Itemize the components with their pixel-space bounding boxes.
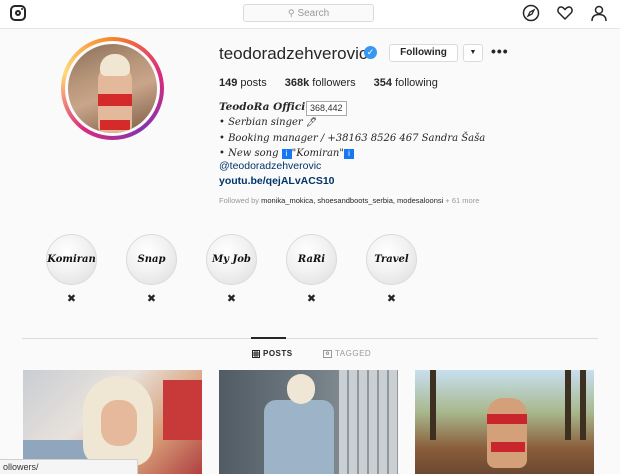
profile-avatar[interactable]: [61, 37, 164, 140]
browser-status-url: ollowers/: [0, 459, 138, 474]
instagram-logo-icon[interactable]: [10, 5, 26, 21]
tab-posts-label: POSTS: [263, 349, 293, 358]
top-navigation-bar: ⚲ Search: [0, 0, 620, 29]
highlight-rari[interactable]: RaRi ✖: [286, 234, 337, 305]
bio-line-singer: • Serbian singer: [219, 117, 303, 128]
search-icon: ⚲: [287, 7, 295, 18]
activity-heart-icon[interactable]: [556, 4, 574, 22]
highlight-my-job[interactable]: My Job ✖: [206, 234, 257, 305]
tab-tagged[interactable]: TAGGED: [323, 349, 371, 358]
suggestions-dropdown-button[interactable]: ▼: [463, 44, 483, 62]
highlight-travel[interactable]: Travel ✖: [366, 234, 417, 305]
followers-link[interactable]: 368k followers: [285, 77, 356, 89]
search-placeholder: Search: [297, 7, 330, 19]
posts-count: 149 posts: [219, 77, 267, 89]
highlight-cover[interactable]: Travel: [366, 234, 417, 285]
profile-user-icon[interactable]: [590, 4, 608, 22]
search-input[interactable]: ⚲ Search: [243, 4, 374, 22]
profile-bio: TeodoRa Offici • Serbian singer 🖊 • Book…: [219, 100, 485, 161]
grid-icon: [252, 349, 260, 358]
following-button[interactable]: Following: [389, 44, 458, 62]
highlight-label: Travel: [374, 254, 409, 265]
highlight-cover[interactable]: Komiran: [46, 234, 97, 285]
highlight-label: Komiran: [47, 254, 96, 265]
nav-icons: [522, 4, 608, 22]
explore-compass-icon[interactable]: [522, 4, 540, 22]
remove-highlight-icon[interactable]: ✖: [387, 292, 396, 305]
tagged-person-icon: [323, 349, 332, 358]
followed-by-text[interactable]: Followed by monika_mokica, shoesandboots…: [219, 196, 479, 205]
bio-line-booking: • Booking manager / +38163 8526 467 Sand…: [219, 133, 486, 144]
tab-tagged-label: TAGGED: [335, 349, 372, 358]
profile-username: teodoradzehverovic: [219, 44, 368, 63]
highlight-komiran[interactable]: Komiran ✖: [46, 234, 97, 305]
bio-line-new-song: • New song: [219, 148, 279, 159]
highlight-label: My Job: [212, 254, 251, 265]
verified-badge-icon: ✓: [364, 46, 377, 59]
bio-name: TeodoRa Offici: [219, 101, 306, 113]
followed-by-names[interactable]: monika_mokica, shoesandboots_serbia, mod…: [261, 196, 443, 205]
highlight-snap[interactable]: Snap ✖: [126, 234, 177, 305]
bio-song-title: "Komiran": [291, 148, 344, 159]
remove-highlight-icon[interactable]: ✖: [307, 292, 316, 305]
profile-stats: 149 posts 368k followers 354 following: [219, 77, 438, 89]
post-thumbnail[interactable]: [415, 370, 594, 474]
remove-highlight-icon[interactable]: ✖: [67, 292, 76, 305]
tab-posts[interactable]: POSTS: [252, 349, 293, 358]
highlight-label: RaRi: [297, 254, 326, 265]
followers-tooltip: 368,442: [306, 101, 347, 116]
bio-website-link[interactable]: youtu.be/qejALvACS10: [219, 175, 335, 187]
info-icon: i: [343, 148, 354, 159]
pen-icon: 🖊: [305, 118, 318, 128]
remove-highlight-icon[interactable]: ✖: [147, 292, 156, 305]
story-highlights: Komiran ✖ Snap ✖ My Job ✖ RaRi ✖ Travel …: [46, 234, 417, 305]
highlight-cover[interactable]: My Job: [206, 234, 257, 285]
tabs-divider: [22, 338, 598, 339]
more-options-icon[interactable]: •••: [491, 44, 509, 58]
following-link[interactable]: 354 following: [374, 77, 438, 89]
info-icon: i: [281, 148, 292, 159]
avatar-photo: [65, 41, 160, 136]
active-tab-indicator: [251, 337, 286, 339]
highlight-cover[interactable]: Snap: [126, 234, 177, 285]
post-thumbnail[interactable]: [219, 370, 398, 474]
bio-mention-link[interactable]: @teodoradzehverovic: [219, 160, 321, 172]
highlight-label: Snap: [137, 254, 166, 265]
remove-highlight-icon[interactable]: ✖: [227, 292, 236, 305]
highlight-cover[interactable]: RaRi: [286, 234, 337, 285]
